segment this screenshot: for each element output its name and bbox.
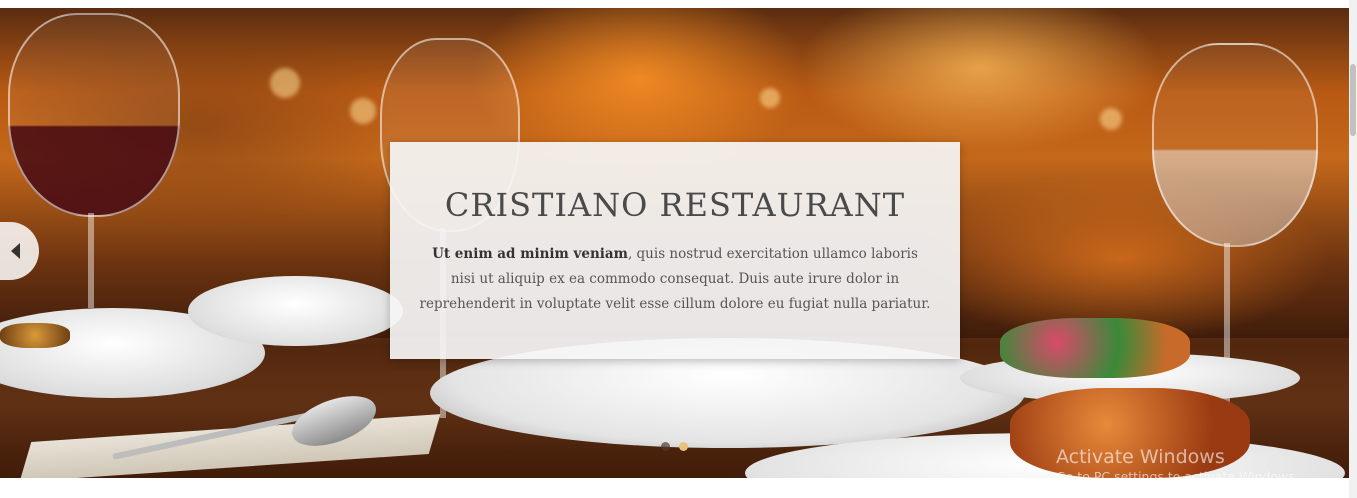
activate-windows-watermark: Activate Windows Go to PC settings to ac…	[1056, 446, 1299, 486]
slide-caption: CRISTIANO RESTAURANT Ut enim ad minim ve…	[390, 142, 960, 359]
slide-text-bold: Ut enim ad minim veniam	[432, 246, 628, 262]
page-scrollbar[interactable]	[1349, 0, 1357, 498]
slider-dot-1[interactable]	[661, 442, 670, 451]
watermark-subtitle: Go to PC settings to activate Windows.	[1056, 469, 1299, 484]
slider-dot-2[interactable]	[679, 442, 688, 451]
slide-text: Ut enim ad minim veniam, quis nostrud ex…	[418, 242, 932, 317]
watermark-title: Activate Windows	[1056, 446, 1225, 468]
scrollbar-thumb[interactable]	[1350, 64, 1356, 136]
chevron-left-icon	[11, 243, 20, 259]
slide-title: CRISTIANO RESTAURANT	[444, 186, 906, 224]
hero-slider: CRISTIANO RESTAURANT Ut enim ad minim ve…	[0, 8, 1349, 478]
slider-dots	[661, 442, 688, 451]
prev-slide-button[interactable]	[0, 222, 39, 280]
